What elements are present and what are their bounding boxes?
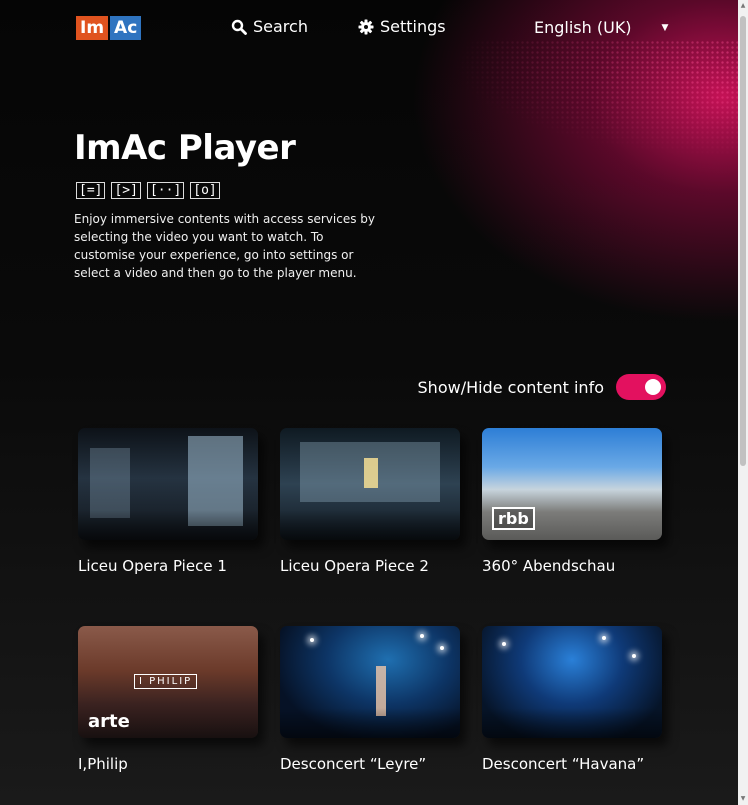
video-thumbnail[interactable] xyxy=(280,428,460,540)
video-title[interactable]: 360° Abendschau xyxy=(482,557,615,575)
search-nav-label: Search xyxy=(253,17,308,36)
video-thumbnail[interactable]: I PHILIP arte xyxy=(78,626,258,738)
scroll-down-arrow-icon[interactable]: ▼ xyxy=(738,793,748,805)
audio-subtitles-icon: [··] xyxy=(146,182,185,199)
video-title[interactable]: Liceu Opera Piece 1 xyxy=(78,557,227,575)
video-card[interactable]: Liceu Opera Piece 1 xyxy=(78,428,258,575)
page-background: Im Ac Search Settings English (UK) ▼ ImA… xyxy=(0,0,738,805)
toggle-knob xyxy=(645,379,661,395)
sign-language-icon: [o] xyxy=(190,182,220,199)
content-info-toggle-label: Show/Hide content info xyxy=(417,377,604,397)
page-scrollbar[interactable]: ▲ ▼ xyxy=(738,0,748,805)
video-title[interactable]: Liceu Opera Piece 2 xyxy=(280,557,429,575)
video-title[interactable]: Desconcert “Havana” xyxy=(482,755,644,773)
audio-description-icon: [>] xyxy=(111,182,141,199)
logo-part-im: Im xyxy=(76,16,109,40)
video-thumbnail[interactable]: rbb xyxy=(482,428,662,540)
intro-description: Enjoy immersive contents with access ser… xyxy=(74,212,375,280)
content-info-toggle[interactable] xyxy=(616,374,666,400)
chevron-down-icon: ▼ xyxy=(661,22,669,33)
video-card[interactable]: Desconcert “Havana” xyxy=(482,626,662,773)
access-services-icons: [=] [>] [··] [o] xyxy=(76,182,220,199)
language-select[interactable]: English (UK) ▼ xyxy=(534,18,668,37)
video-card[interactable]: I PHILIP arte I,Philip xyxy=(78,626,258,773)
video-thumbnail[interactable] xyxy=(482,626,662,738)
video-title[interactable]: Desconcert “Leyre” xyxy=(280,755,426,773)
video-thumbnail[interactable] xyxy=(280,626,460,738)
video-thumbnail[interactable] xyxy=(78,428,258,540)
top-nav: Im Ac Search Settings English (UK) ▼ xyxy=(0,0,738,56)
video-title[interactable]: I,Philip xyxy=(78,755,128,773)
language-value: English (UK) xyxy=(534,18,632,37)
settings-nav-label: Settings xyxy=(380,17,446,36)
logo-part-ac: Ac xyxy=(110,16,142,40)
philip-poster-title: I PHILIP xyxy=(134,674,198,689)
search-nav-button[interactable]: Search xyxy=(231,17,308,36)
content-info-toggle-row: Show/Hide content info xyxy=(418,374,666,400)
scrollbar-thumb[interactable] xyxy=(740,16,746,466)
page-title: ImAc Player xyxy=(74,128,296,168)
video-card[interactable]: Desconcert “Leyre” xyxy=(280,626,460,773)
subtitles-icon: [=] xyxy=(76,182,106,199)
scroll-up-arrow-icon[interactable]: ▲ xyxy=(738,0,748,12)
arte-logo: arte xyxy=(88,711,130,732)
rbb-logo: rbb xyxy=(492,507,535,530)
video-card[interactable]: Liceu Opera Piece 2 xyxy=(280,428,460,575)
search-icon xyxy=(231,19,247,35)
video-card[interactable]: rbb 360° Abendschau xyxy=(482,428,662,575)
settings-nav-button[interactable]: Settings xyxy=(358,17,446,36)
gear-icon xyxy=(358,19,374,34)
imac-logo[interactable]: Im Ac xyxy=(76,16,142,40)
